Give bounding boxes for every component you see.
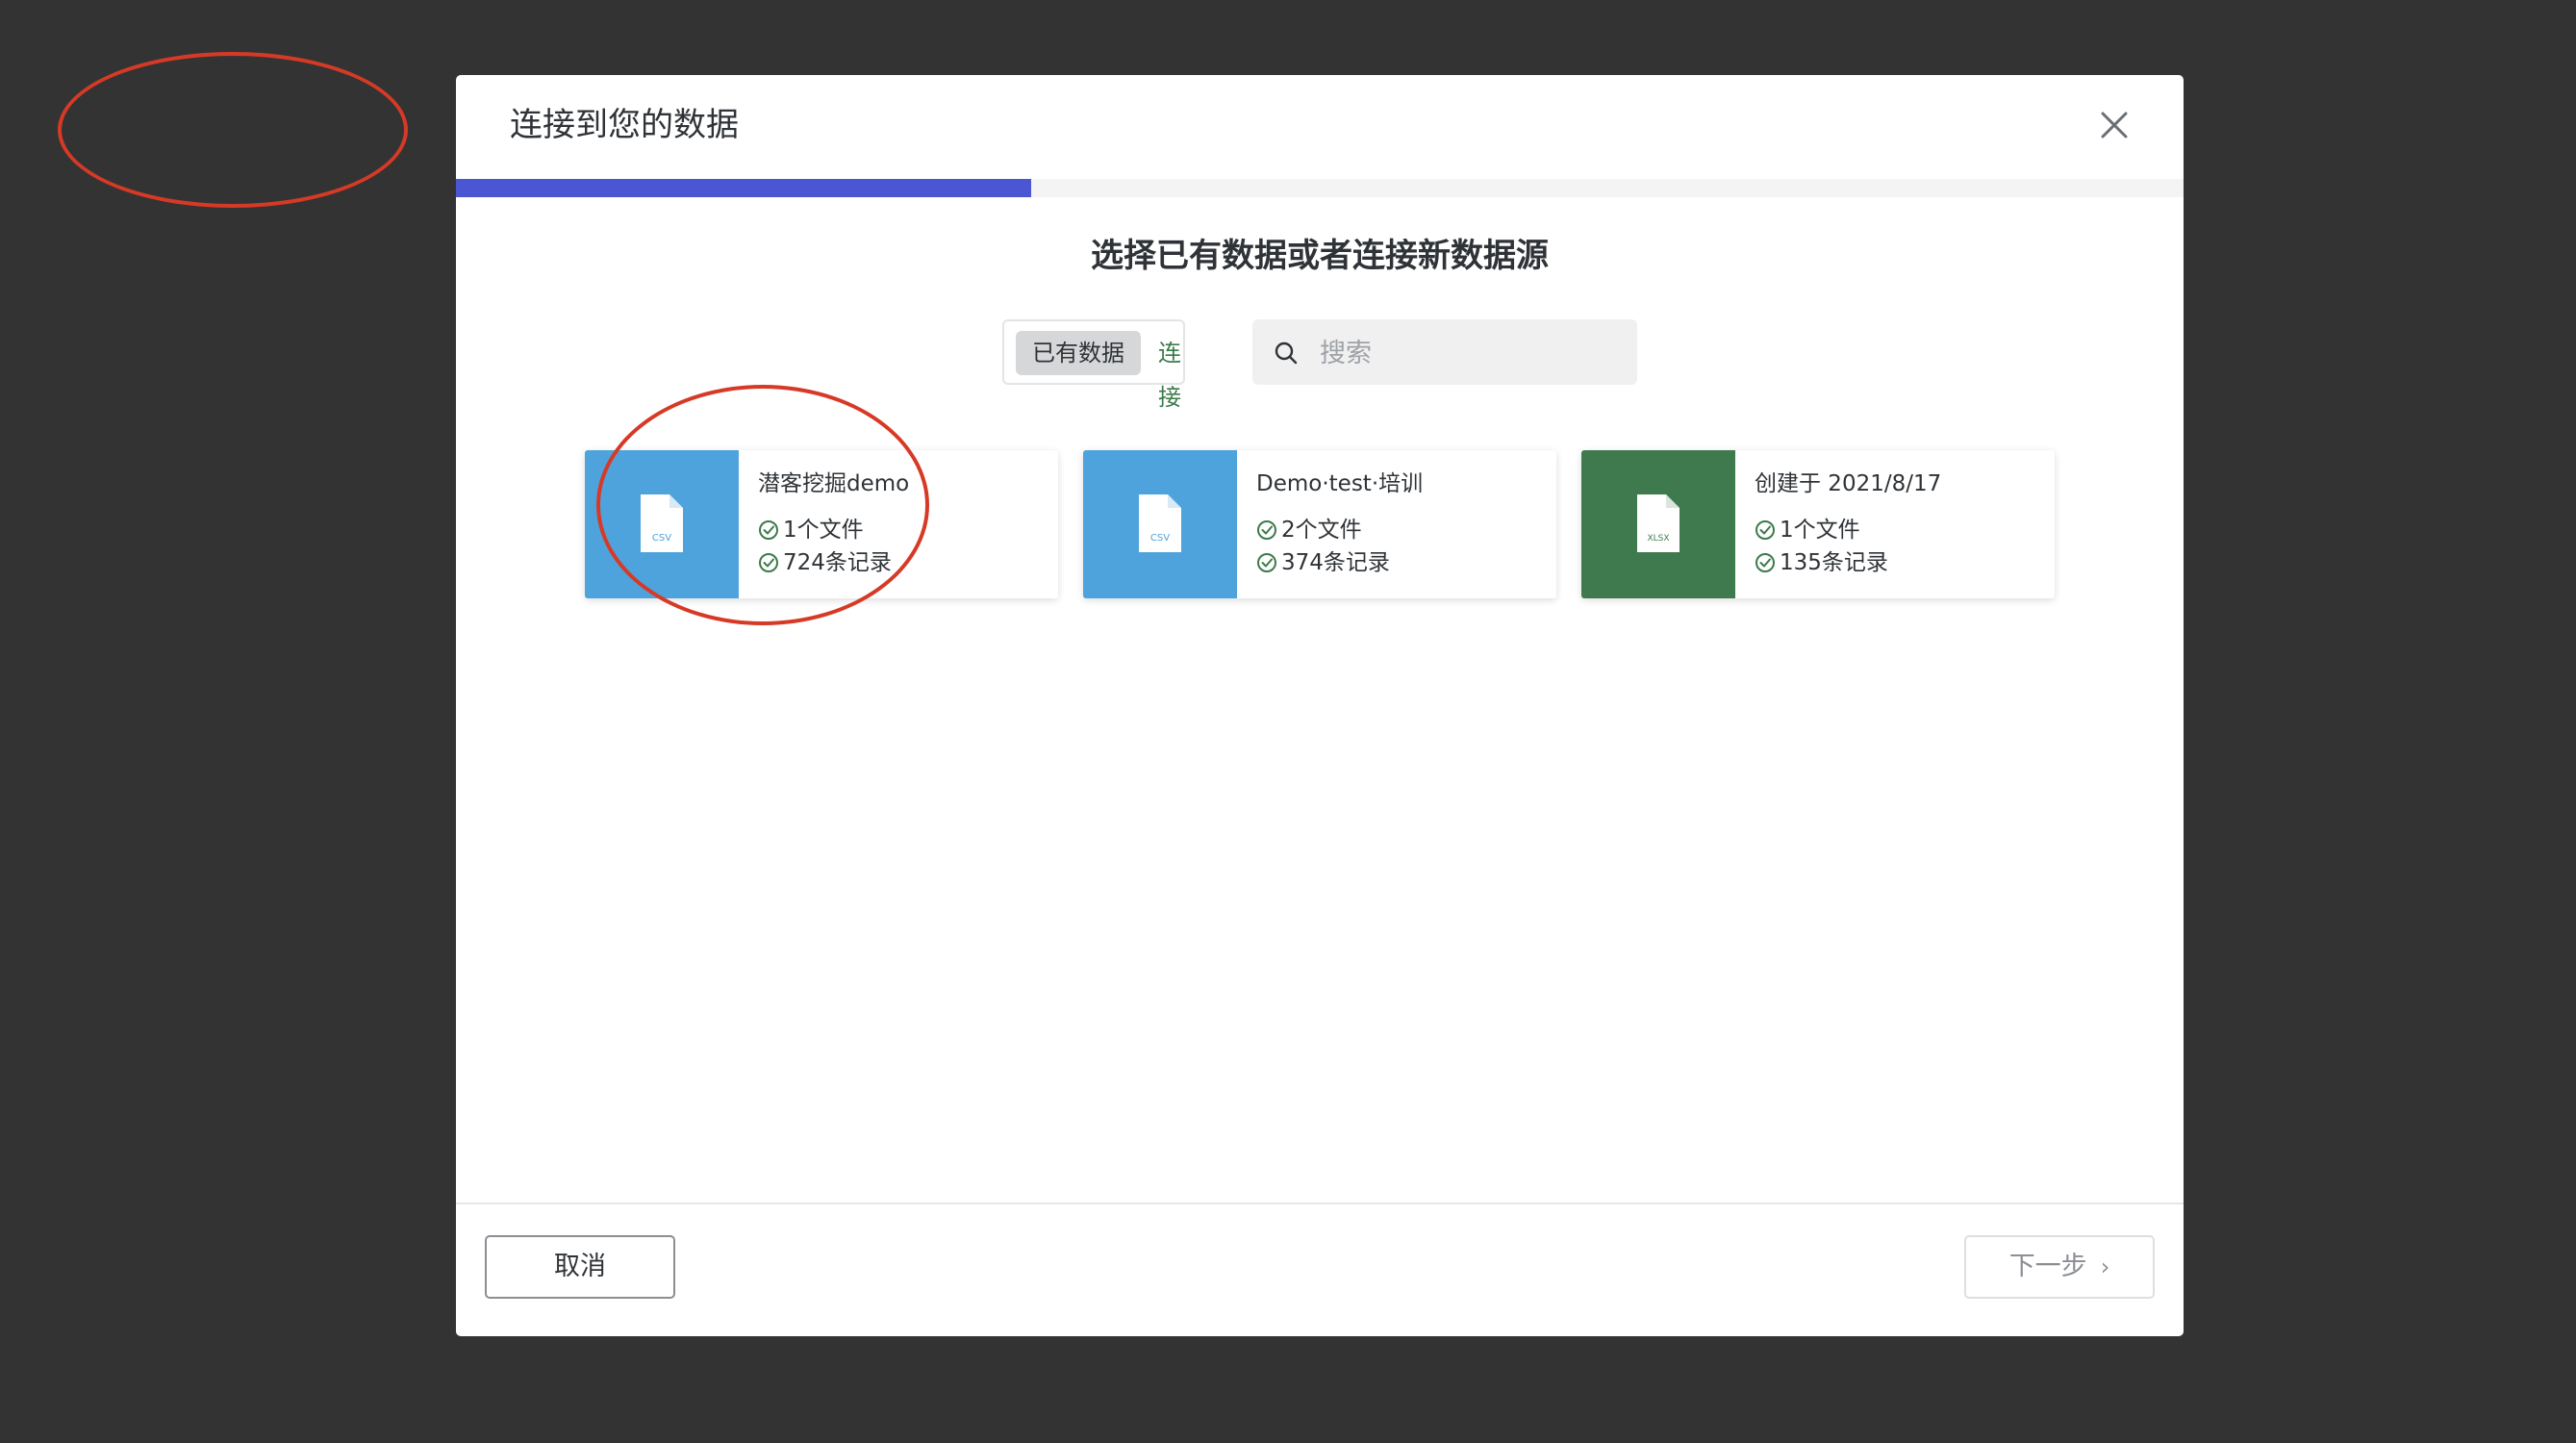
- connect-data-dialog: 连接到您的数据 选择已有数据或者连接新数据源 已有数据 连接 搜索 CSV 潜客…: [456, 75, 2184, 1336]
- toggle-connect[interactable]: 连接: [1158, 331, 1183, 411]
- dataset-card[interactable]: CSV 潜客挖掘demo 1个文件 724条记录: [585, 450, 1058, 598]
- cancel-button[interactable]: 取消: [485, 1235, 675, 1299]
- chevron-right-icon: ›: [2100, 1253, 2110, 1280]
- svg-text:XLSX: XLSX: [1647, 534, 1669, 544]
- svg-text:CSV: CSV: [1150, 533, 1170, 544]
- file-icon: XLSX: [1637, 494, 1679, 552]
- dataset-name: 创建于 2021/8/17: [1755, 471, 1942, 496]
- dialog-header: 连接到您的数据: [456, 75, 2184, 179]
- dataset-record-count: 724条记录: [758, 548, 892, 577]
- dataset-record-count: 135条记录: [1755, 548, 1888, 577]
- file-icon: CSV: [641, 494, 683, 552]
- dataset-file-count: 1个文件: [1755, 516, 1860, 544]
- dialog-title: 连接到您的数据: [510, 106, 739, 144]
- check-circle-icon: [1257, 553, 1276, 572]
- record-count-text: 374条记录: [1281, 550, 1390, 575]
- check-circle-icon: [1755, 520, 1775, 540]
- screen: 连接到您的数据 选择已有数据或者连接新数据源 已有数据 连接 搜索 CSV 潜客…: [0, 0, 2576, 1443]
- toggle-existing-data[interactable]: 已有数据: [1016, 331, 1141, 375]
- progress-bar: [456, 179, 2184, 197]
- step-heading: 选择已有数据或者连接新数据源: [1091, 237, 1549, 275]
- search-box: [1252, 319, 1637, 385]
- next-step-button[interactable]: 下一步 ›: [1964, 1235, 2155, 1299]
- close-button[interactable]: [2099, 110, 2130, 140]
- dataset-card[interactable]: XLSX 创建于 2021/8/17 1个文件 135条记录: [1581, 450, 2055, 598]
- close-icon: [2101, 112, 2128, 139]
- record-count-text: 135条记录: [1780, 550, 1888, 575]
- dataset-file-count: 1个文件: [758, 516, 864, 544]
- dataset-thumbnail: XLSX: [1581, 450, 1735, 598]
- progress-bar-fill: [456, 179, 1032, 197]
- check-circle-icon: [1257, 520, 1276, 540]
- check-circle-icon: [1755, 553, 1775, 572]
- dataset-record-count: 374条记录: [1256, 548, 1390, 577]
- search-icon: [1275, 342, 1298, 365]
- next-step-label: 下一步: [2008, 1252, 2087, 1281]
- check-circle-icon: [759, 553, 778, 572]
- dataset-file-count: 2个文件: [1256, 516, 1362, 544]
- source-toggle: 已有数据 连接: [1002, 319, 1185, 411]
- dataset-thumbnail: CSV: [585, 450, 739, 598]
- dialog-footer: 取消 下一步 ›: [456, 1202, 2184, 1336]
- svg-text:CSV: CSV: [652, 533, 671, 544]
- record-count-text: 724条记录: [783, 550, 892, 575]
- file-count-text: 1个文件: [1780, 518, 1860, 543]
- dataset-thumbnail: CSV: [1083, 450, 1237, 598]
- annotation-circle-top-left: [58, 52, 408, 208]
- dataset-name: 潜客挖掘demo: [758, 471, 910, 496]
- file-icon: CSV: [1139, 494, 1181, 552]
- dataset-card[interactable]: CSV Demo·test·培训 2个文件 374条记录: [1083, 450, 1556, 598]
- check-circle-icon: [759, 520, 778, 540]
- file-count-text: 1个文件: [783, 518, 864, 543]
- search-input[interactable]: [1318, 331, 1620, 375]
- dataset-name: Demo·test·培训: [1256, 471, 1424, 496]
- file-count-text: 2个文件: [1281, 518, 1362, 543]
